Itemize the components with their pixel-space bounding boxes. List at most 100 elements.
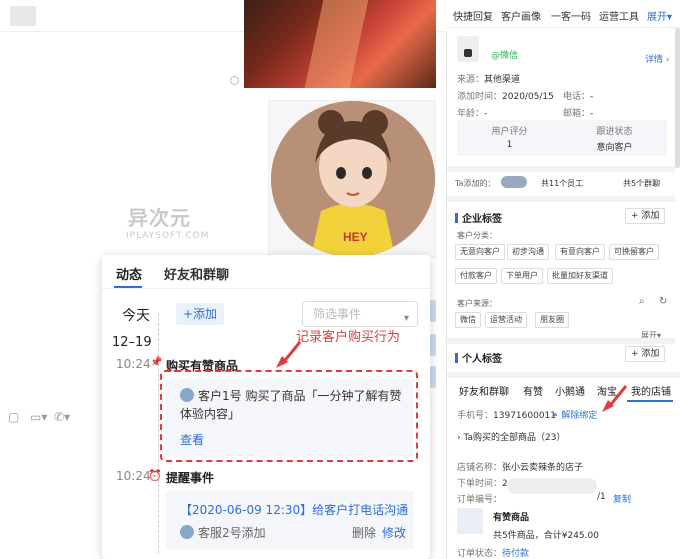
corp-tags-title: 企业标签 (455, 210, 502, 225)
score-label: 用户评分 (491, 127, 528, 137)
group-count[interactable]: 共5个群聊 (623, 178, 660, 189)
reminder-event-card: 【2020-06-09 12:30】给客户打电话沟通 客服2号添加 删除 修改 (166, 491, 414, 549)
chevron-down-icon: ▾ (403, 313, 409, 324)
event-title: 提醒事件 (166, 471, 215, 485)
link-icon: ⚭ (551, 411, 559, 421)
field-source: 来源：其他渠道 (457, 72, 520, 85)
delete-link[interactable]: 删除 (352, 524, 376, 541)
cust-class-label: 客户分类： (457, 231, 497, 240)
tag-chip[interactable]: 批量加好友渠道 (547, 268, 613, 284)
chevron-down-icon: ▾ (667, 12, 673, 23)
source-chip[interactable]: 朋友圈 (535, 312, 569, 328)
follow-label: 跟进状态 (596, 127, 633, 137)
contact-name-blurred (10, 6, 36, 26)
tag-chip[interactable]: 下单用户 (501, 268, 543, 284)
tag-chip[interactable]: 无意向客户 (455, 244, 505, 260)
folder-icon[interactable]: ▭▾ (30, 410, 47, 424)
add-event-button[interactable]: +添加 (176, 303, 224, 325)
side-button[interactable] (430, 300, 436, 322)
tab-my-store[interactable]: 我的店铺 (631, 383, 671, 398)
unbind-link[interactable]: ⚭ 解除绑定 (551, 408, 597, 421)
image-icon[interactable]: ▢ (8, 410, 19, 424)
tag-chip[interactable]: 初步沟通 (507, 244, 549, 260)
all-goods-label: Ta购买的全部商品（23） (463, 433, 566, 443)
phone-label: 手机号： (457, 411, 494, 421)
refresh-icon[interactable]: ↻ (659, 296, 667, 307)
customer-qr-link[interactable]: 一客一码 (551, 8, 591, 23)
tag-chip[interactable]: 可挽留客户 (609, 244, 659, 260)
order-time-row: 下单时间：2 (457, 476, 508, 489)
field-value: - (590, 109, 594, 119)
cartoon-girl-image: HEY (271, 101, 435, 257)
active-tab-underline (114, 286, 142, 288)
phone-row: 手机号：13971600011 (457, 408, 556, 421)
author-label: 客服2号添加 (198, 526, 266, 540)
store-panel: 手机号：13971600011 ⚭ 解除绑定 › Ta购买的全部商品（23） 店… (447, 398, 680, 559)
chat-image-cartoon[interactable]: HEY (268, 100, 436, 258)
staff-count[interactable]: 共11个员工 (541, 178, 583, 189)
section-bar (455, 353, 458, 363)
expand-label: 展开 (647, 12, 667, 23)
side-button[interactable] (430, 334, 436, 356)
field-added: 添加时间：2020/05/15 (457, 89, 554, 102)
copy-link[interactable]: 复制 (613, 492, 631, 505)
customer-profile-link[interactable]: 客户画像 (501, 8, 541, 23)
order-status-label: 订单状态： (457, 549, 503, 559)
source-chip[interactable]: 运营活动 (485, 312, 527, 328)
filter-select[interactable]: 筛选事件 ▾ (302, 301, 418, 327)
ops-tools-link[interactable]: 运营工具 (599, 8, 639, 23)
today-label: 今天 (122, 308, 150, 324)
expand-link[interactable]: 展开▾ (647, 8, 672, 23)
tab-xiaoe[interactable]: 小鹅通 (555, 383, 585, 398)
source-chip[interactable]: 微信 (455, 312, 481, 328)
order-no-tail: /1 (597, 492, 606, 502)
pin-icon: 📌 (150, 357, 163, 368)
side-button[interactable] (430, 366, 436, 388)
follow-value: 意向客户 (596, 143, 633, 153)
goods-title: 有赞商品 (493, 513, 530, 523)
watermark: 异次元 IPLAYSOFT.COM (104, 202, 210, 241)
tag-chip[interactable]: 付款客户 (455, 268, 497, 284)
annotation-text: 记录客户购买行为 (296, 330, 401, 345)
phone-icon[interactable]: ✆▾ (54, 410, 70, 424)
event-time: 10:24 (116, 469, 151, 483)
field-value: 2020/05/15 (502, 92, 554, 102)
search-icon[interactable]: ⌕ (639, 296, 645, 307)
all-goods-link[interactable]: › Ta购买的全部商品（23） (457, 430, 565, 443)
tab-friends-groups[interactable]: 好友和群聊 (459, 383, 509, 398)
annotation-arrow-icon (276, 341, 302, 368)
field-key: 电话： (563, 92, 591, 102)
chat-image-photo[interactable] (244, 0, 436, 88)
field-key: 来源： (457, 75, 485, 85)
read-check-icon (230, 76, 239, 85)
detail-link[interactable]: 详情 › (645, 52, 669, 65)
watermark-url: IPLAYSOFT.COM (126, 231, 210, 241)
staff-avatars (501, 176, 527, 188)
tag-chip[interactable]: 有意向客户 (555, 244, 605, 260)
field-value: 其他渠道 (484, 75, 521, 85)
annotation-arrow-icon (602, 385, 628, 412)
field-value: - (590, 92, 594, 102)
order-status-value: 待付款 (502, 549, 530, 559)
score-value: 1 (506, 140, 513, 150)
tab-youzan[interactable]: 有赞 (523, 383, 543, 398)
cust-source-label: 客户来源： (457, 299, 497, 308)
order-time-label: 下单时间： (457, 479, 503, 489)
edit-link[interactable]: 修改 (382, 524, 406, 541)
quick-reply-link[interactable]: 快捷回复 (453, 8, 493, 23)
add-tag-button[interactable]: + 添加 (625, 208, 666, 224)
tab-friends-groups[interactable]: 好友和群聊 (164, 264, 229, 283)
reminder-content: 【2020-06-09 12:30】给客户打电话沟通 (180, 503, 409, 517)
field-phone: 电话：- (563, 89, 593, 102)
shop-label: 店铺名称： (457, 463, 503, 473)
ta-added-label: Ta添加的： (455, 179, 496, 188)
field-key: 邮箱： (563, 109, 591, 119)
filter-placeholder: 筛选事件 (313, 307, 362, 321)
add-personal-tag-button[interactable]: + 添加 (625, 346, 666, 362)
personal-tags-title: 个人标签 (455, 350, 502, 365)
popup-tabs: 动态 好友和群聊 (102, 255, 430, 289)
scrollbar[interactable] (675, 28, 680, 168)
tab-dynamics[interactable]: 动态 (116, 264, 142, 283)
date-label: 12–19 (112, 335, 152, 350)
reminder-author: 客服2号添加 (180, 524, 266, 541)
